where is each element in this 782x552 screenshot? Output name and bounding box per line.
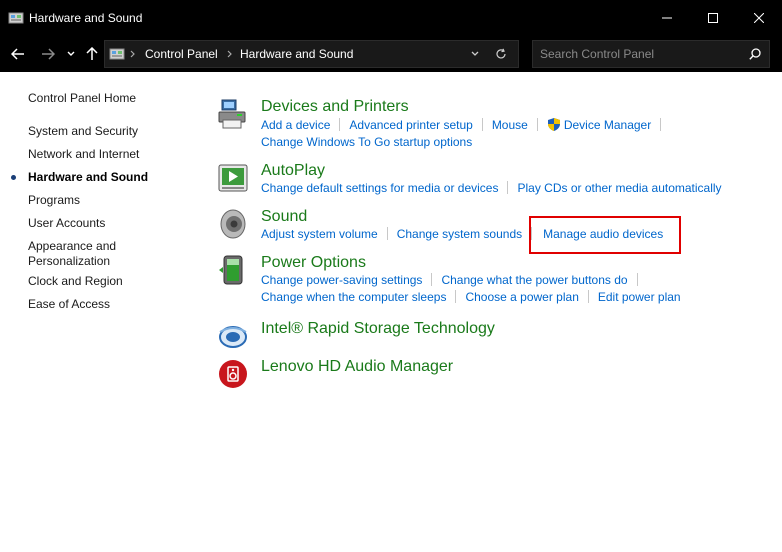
breadcrumb-chevron-icon[interactable]: [130, 41, 136, 67]
admin-shield-icon: [547, 118, 560, 131]
nav-programs[interactable]: Programs: [28, 193, 80, 208]
nav-hardware-and-sound[interactable]: Hardware and Sound: [28, 170, 148, 185]
devices-links-row-1: Add a device Advanced printer setup Mouse D…: [261, 117, 670, 132]
edit-power-plan-link[interactable]: Edit power plan: [598, 290, 681, 304]
separator: [636, 273, 638, 286]
advanced-printer-setup-link[interactable]: Advanced printer setup: [349, 118, 472, 132]
forward-button[interactable]: [38, 43, 58, 65]
devices-links-row-2: Change Windows To Go startup options: [261, 135, 472, 149]
change-system-sounds-link[interactable]: Change system sounds: [397, 227, 522, 241]
autoplay-icon: [218, 164, 248, 192]
search-icon[interactable]: [749, 48, 761, 60]
speaker-icon: [220, 209, 246, 239]
power-options-link[interactable]: Power Options: [261, 254, 366, 272]
arrow-up-icon: [86, 47, 98, 60]
separator: [536, 118, 538, 131]
arrow-right-icon: [42, 48, 55, 60]
adjust-system-volume-link[interactable]: Adjust system volume: [261, 227, 378, 241]
autoplay-link[interactable]: AutoPlay: [261, 162, 325, 180]
play-cds-automatically-link[interactable]: Play CDs or other media automatically: [517, 181, 721, 195]
current-item-bullet: [11, 175, 16, 180]
add-a-device-link[interactable]: Add a device: [261, 118, 330, 132]
control-panel-icon: [8, 12, 24, 24]
nav-appearance-and-personalization[interactable]: Appearance and Personalization: [28, 239, 138, 269]
nav-clock-and-region[interactable]: Clock and Region: [28, 274, 123, 289]
address-bar[interactable]: Control Panel Hardware and Sound: [104, 40, 519, 68]
minimize-icon: [662, 17, 672, 19]
breadcrumb-chevron-icon[interactable]: [227, 41, 233, 67]
intel-storage-icon: [219, 326, 247, 348]
control-panel-icon: [109, 48, 125, 60]
up-button[interactable]: [84, 43, 100, 65]
printer-icon: [218, 99, 246, 129]
lenovo-hd-audio-link[interactable]: Lenovo HD Audio Manager: [261, 358, 453, 376]
maximize-button[interactable]: [690, 0, 736, 36]
power-links-row-1: Change power-saving settings Change what …: [261, 273, 647, 287]
intel-rapid-storage-link[interactable]: Intel® Rapid Storage Technology: [261, 320, 495, 338]
refresh-icon: [496, 48, 506, 59]
chevron-down-icon: [471, 51, 479, 56]
breadcrumb-hardware-and-sound[interactable]: Hardware and Sound: [240, 47, 353, 61]
separator: [481, 118, 483, 131]
separator: [531, 227, 533, 240]
separator: [431, 273, 433, 286]
separator: [660, 118, 662, 131]
nav-system-and-security[interactable]: System and Security: [28, 124, 138, 139]
back-button[interactable]: [8, 43, 28, 65]
sound-link[interactable]: Sound: [261, 208, 307, 226]
change-default-media-settings-link[interactable]: Change default settings for media or dev…: [261, 181, 498, 195]
window-title: Hardware and Sound: [29, 11, 143, 25]
recent-locations-button[interactable]: [64, 43, 78, 65]
mouse-link[interactable]: Mouse: [492, 118, 528, 132]
breadcrumb-control-panel[interactable]: Control Panel: [145, 47, 218, 61]
nav-user-accounts[interactable]: User Accounts: [28, 216, 105, 231]
navigation-bar: Control Panel Hardware and Sound: [0, 36, 782, 72]
address-dropdown-button[interactable]: [471, 41, 479, 67]
nav-control-panel-home[interactable]: Control Panel Home: [28, 91, 136, 106]
search-box[interactable]: [532, 40, 770, 68]
windows-to-go-startup-link[interactable]: Change Windows To Go startup options: [261, 135, 472, 149]
separator: [339, 118, 341, 131]
battery-icon: [219, 255, 243, 285]
refresh-button[interactable]: [495, 41, 507, 67]
separator: [386, 227, 388, 240]
close-button[interactable]: [736, 0, 782, 36]
nav-network-and-internet[interactable]: Network and Internet: [28, 147, 139, 162]
arrow-left-icon: [11, 48, 24, 60]
devices-and-printers-link[interactable]: Devices and Printers: [261, 98, 409, 116]
nav-ease-of-access[interactable]: Ease of Access: [28, 297, 110, 312]
choose-power-plan-link[interactable]: Choose a power plan: [465, 290, 578, 304]
change-power-saving-settings-link[interactable]: Change power-saving settings: [261, 273, 422, 287]
minimize-button[interactable]: [644, 0, 690, 36]
lenovo-audio-icon: [219, 360, 247, 388]
autoplay-links-row: Change default settings for media or dev…: [261, 181, 722, 195]
separator: [455, 290, 457, 303]
separator: [507, 181, 509, 194]
change-sleep-settings-link[interactable]: Change when the computer sleeps: [261, 290, 446, 304]
title-bar: Hardware and Sound: [0, 0, 782, 36]
close-icon: [754, 13, 764, 23]
search-input[interactable]: [533, 41, 743, 67]
chevron-down-icon: [67, 51, 75, 56]
change-power-buttons-link[interactable]: Change what the power buttons do: [441, 273, 627, 287]
power-links-row-2: Change when the computer sleeps Choose a …: [261, 290, 681, 304]
device-manager-link[interactable]: Device Manager: [564, 118, 651, 132]
manage-audio-devices-link[interactable]: Manage audio devices: [543, 227, 663, 241]
sound-links-row: Adjust system volume Change system sounds…: [261, 227, 663, 241]
separator: [587, 290, 589, 303]
maximize-icon: [708, 13, 718, 23]
